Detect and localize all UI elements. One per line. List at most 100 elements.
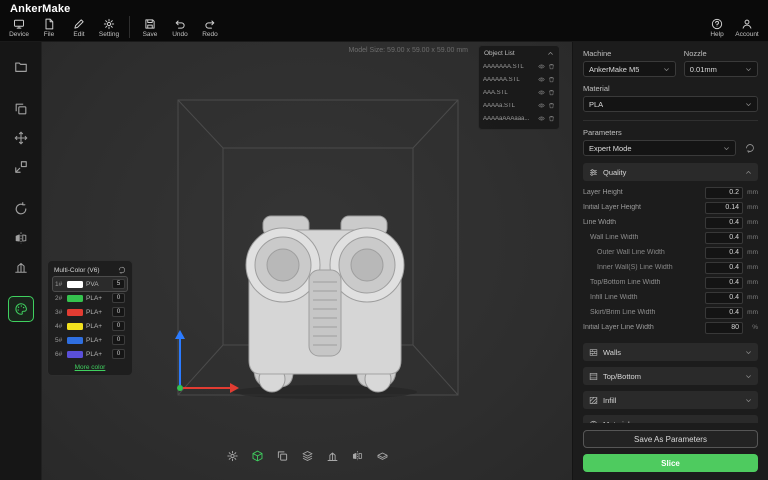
section-title: Material — [603, 420, 740, 424]
settings-panel: Machine AnkerMake M5 Nozzle 0.01mm Mater… — [572, 42, 768, 480]
color-slot-row[interactable]: 1# PVA 5 — [53, 277, 127, 291]
eye-icon[interactable] — [538, 76, 545, 83]
material-icon — [589, 420, 598, 424]
color-swatch[interactable] — [67, 323, 83, 330]
object-list-item[interactable]: AAA.STL — [483, 86, 555, 99]
support-tool-button[interactable] — [8, 254, 34, 280]
slice-button[interactable]: Slice — [583, 454, 758, 472]
layers-view-button[interactable] — [299, 447, 316, 464]
help-button[interactable]: Help — [702, 16, 732, 41]
initial-layer-height-input[interactable] — [705, 202, 743, 214]
color-slot-row[interactable]: 3# PLA+ 0 — [53, 305, 127, 319]
trash-icon[interactable] — [548, 89, 555, 96]
object-list-item[interactable]: AAAAa.STL — [483, 99, 555, 112]
machine-select[interactable]: AnkerMake M5 — [583, 61, 676, 77]
slot-count[interactable]: 0 — [112, 335, 125, 345]
trash-icon[interactable] — [548, 63, 555, 70]
setting-button[interactable]: Setting — [94, 16, 124, 41]
account-button[interactable]: Account — [732, 16, 762, 41]
chevron-up-icon[interactable] — [547, 50, 554, 57]
eye-icon[interactable] — [538, 102, 545, 109]
multicolor-panel: Multi-Color (V6) 1# PVA 5 2# PLA+ 0 3# P… — [47, 260, 133, 376]
save-button[interactable]: Save — [135, 16, 165, 41]
mode-select[interactable]: Expert Mode — [583, 140, 736, 156]
gear-icon — [226, 450, 238, 462]
clone-view-button[interactable] — [274, 447, 291, 464]
outer-wall-line-width-input[interactable] — [705, 247, 743, 259]
plate-view-button[interactable] — [374, 447, 391, 464]
eye-icon[interactable] — [538, 63, 545, 70]
more-color-link[interactable]: More color — [53, 364, 127, 371]
edit-button[interactable]: Edit — [64, 16, 94, 41]
layer-height-input[interactable] — [705, 187, 743, 199]
mirror-view-button[interactable] — [349, 447, 366, 464]
parameters-scroll-area[interactable]: Quality Layer Height mm Initial Layer He… — [583, 163, 758, 423]
color-slot-row[interactable]: 4# PLA+ 0 — [53, 319, 127, 333]
paint-tool-button[interactable] — [249, 447, 266, 464]
save-as-parameters-button[interactable]: Save As Parameters — [583, 430, 758, 448]
reset-parameters-button[interactable] — [742, 140, 758, 156]
undo-button[interactable]: Undo — [165, 16, 195, 41]
infill-line-width-input[interactable] — [705, 292, 743, 304]
nozzle-select[interactable]: 0.01mm — [684, 61, 758, 77]
trash-icon[interactable] — [548, 76, 555, 83]
color-slot-row[interactable]: 6# PLA+ 0 — [53, 347, 127, 361]
redo-button[interactable]: Redo — [195, 16, 225, 41]
section-header-walls[interactable]: Walls — [583, 343, 758, 361]
color-swatch[interactable] — [67, 281, 83, 288]
multicolor-tool-button[interactable] — [8, 296, 34, 322]
slot-count[interactable]: 0 — [112, 321, 125, 331]
clone-tool-button[interactable] — [8, 96, 34, 122]
rotate-tool-button[interactable] — [8, 196, 34, 222]
object-list-item[interactable]: AAAAaAAAaaa... — [483, 112, 555, 125]
skirt-brim-line-width-input[interactable] — [705, 307, 743, 319]
slot-count[interactable]: 0 — [112, 293, 125, 303]
material-value: PLA — [589, 100, 603, 109]
material-select[interactable]: PLA — [583, 96, 758, 112]
section-header-quality[interactable]: Quality — [583, 163, 758, 181]
file-button[interactable]: File — [34, 16, 64, 41]
top-bottom-line-width-input[interactable] — [705, 277, 743, 289]
color-slot-row[interactable]: 5# PLA+ 0 — [53, 333, 127, 347]
quality-parameter-list: Layer Height mm Initial Layer Height mm … — [583, 181, 758, 337]
slot-count[interactable]: 0 — [112, 349, 125, 359]
object-list-item[interactable]: AAAAAAA.STL — [483, 60, 555, 73]
save-icon — [144, 18, 156, 30]
inner-wall-line-width-input[interactable] — [705, 262, 743, 274]
slot-count[interactable]: 5 — [112, 279, 125, 289]
color-swatch[interactable] — [67, 309, 83, 316]
object-list-item[interactable]: AAAAAA.STL — [483, 73, 555, 86]
wall-line-width-input[interactable] — [705, 232, 743, 244]
model-object[interactable] — [233, 216, 417, 399]
slot-count[interactable]: 0 — [112, 307, 125, 317]
color-swatch[interactable] — [67, 337, 83, 344]
line-width-input[interactable] — [705, 217, 743, 229]
section-title: Quality — [603, 168, 740, 177]
color-swatch[interactable] — [67, 295, 83, 302]
trash-icon[interactable] — [548, 102, 555, 109]
mirror-tool-button[interactable] — [8, 225, 34, 251]
slot-index: 5# — [55, 337, 64, 344]
eye-icon[interactable] — [538, 115, 545, 122]
color-swatch[interactable] — [67, 351, 83, 358]
eye-icon[interactable] — [538, 89, 545, 96]
scale-tool-button[interactable] — [8, 154, 34, 180]
viewport-3d[interactable]: Model Size: 59.00 x 59.00 x 59.00 mm Obj… — [42, 42, 572, 480]
reset-icon[interactable] — [118, 266, 126, 274]
material-name: PLA+ — [86, 337, 109, 344]
section-header-top-bottom[interactable]: Top/Bottom — [583, 367, 758, 385]
trash-icon[interactable] — [548, 115, 555, 122]
panel-actions: Save As Parameters Slice — [583, 430, 758, 472]
plate-icon — [376, 450, 388, 462]
section-header-material[interactable]: Material — [583, 415, 758, 423]
object-list-header[interactable]: Object List — [483, 49, 555, 60]
color-slot-row[interactable]: 2# PLA+ 0 — [53, 291, 127, 305]
section-header-infill[interactable]: Infill — [583, 391, 758, 409]
edit-label: Edit — [73, 31, 84, 38]
arrange-tool-button[interactable] — [224, 447, 241, 464]
device-button[interactable]: Device — [4, 16, 34, 41]
support-view-button[interactable] — [324, 447, 341, 464]
import-tool-button[interactable] — [8, 54, 34, 80]
initial-layer-line-width-input[interactable] — [705, 322, 743, 334]
move-tool-button[interactable] — [8, 125, 34, 151]
